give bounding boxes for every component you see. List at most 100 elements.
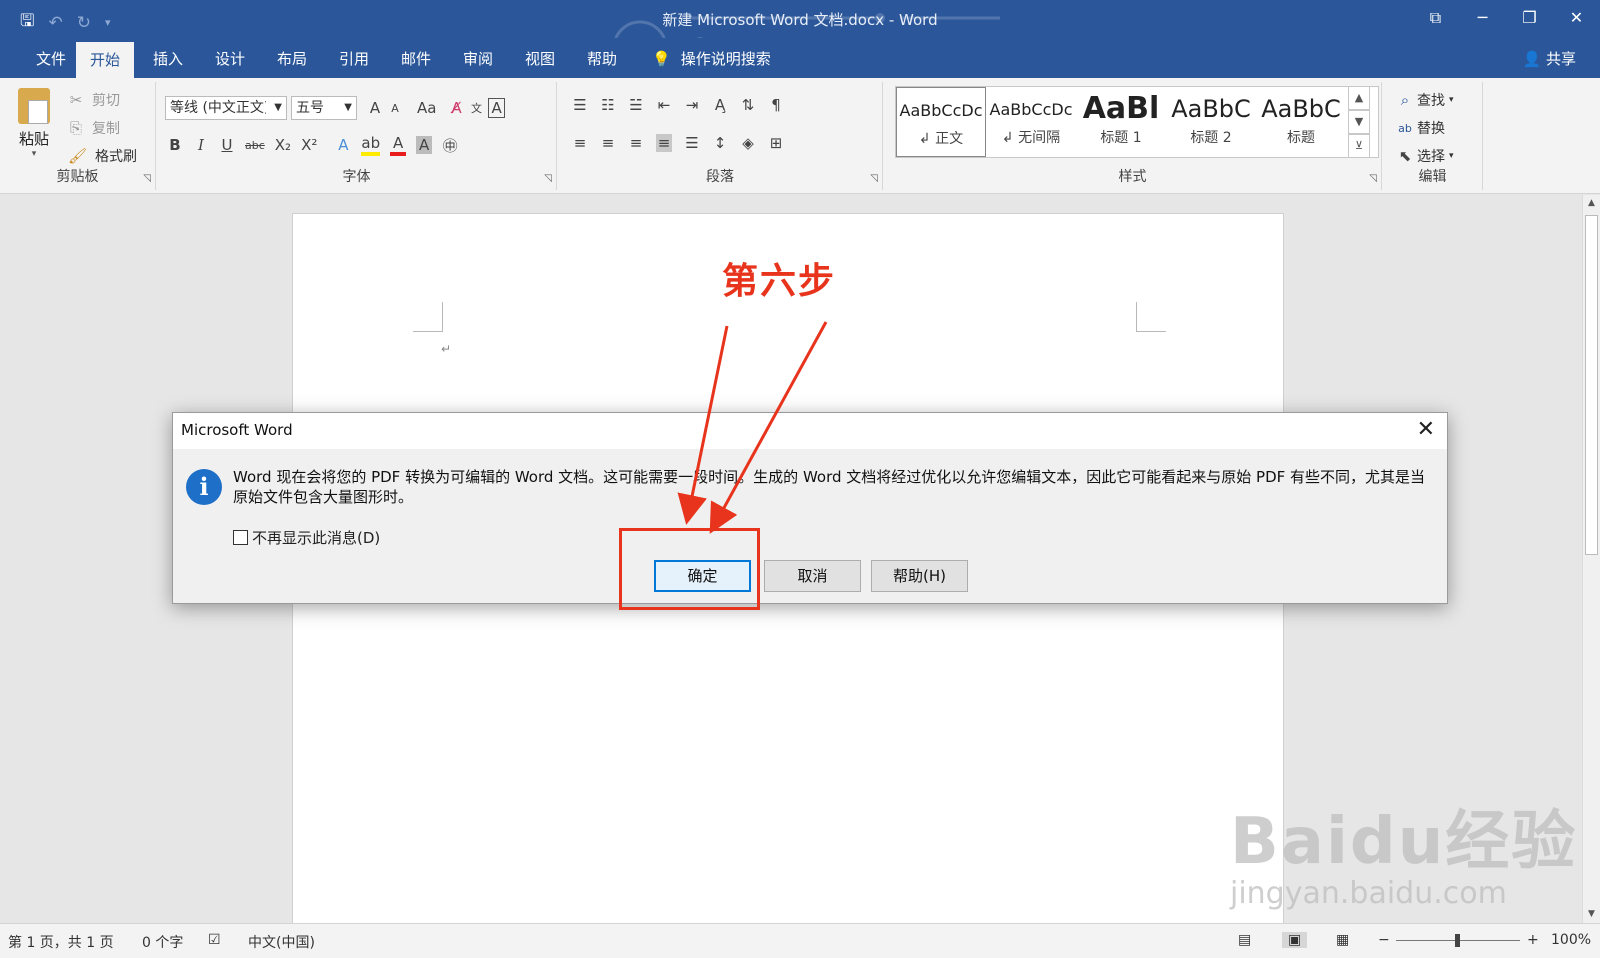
language-indicator[interactable]: 中文(中国) bbox=[248, 932, 315, 952]
style-no-spacing[interactable]: AaBbCcDc ↲ 无间隔 bbox=[986, 87, 1076, 157]
style-normal[interactable]: AaBbCcDc ↲ 正文 bbox=[896, 87, 986, 157]
tab-references[interactable]: 引用 bbox=[325, 38, 383, 78]
borders-icon[interactable]: ⊞ bbox=[768, 134, 784, 152]
scrollbar-thumb[interactable] bbox=[1585, 215, 1598, 555]
proofing-icon[interactable]: ☑ bbox=[208, 932, 221, 948]
more-styles-icon[interactable]: ⊻ bbox=[1348, 134, 1370, 158]
italic-icon[interactable]: I bbox=[193, 136, 209, 154]
shrink-font-icon[interactable]: A bbox=[387, 102, 403, 115]
bold-icon[interactable]: B bbox=[167, 136, 183, 154]
word-count[interactable]: 0 个字 bbox=[142, 932, 183, 952]
checkbox-box[interactable] bbox=[233, 530, 248, 545]
find-button[interactable]: ⌕ 查找 ▾ bbox=[1397, 90, 1454, 110]
replace-button[interactable]: ab 替换 bbox=[1397, 118, 1445, 138]
zoom-in-icon[interactable]: + bbox=[1527, 932, 1539, 948]
phonetic-guide-icon[interactable]: 文 bbox=[468, 100, 484, 116]
strikethrough-icon[interactable]: abc bbox=[245, 139, 265, 152]
multilevel-list-icon[interactable]: ☱ bbox=[628, 96, 644, 114]
ribbon-display-options-icon[interactable]: ⧉ bbox=[1412, 0, 1459, 38]
align-right-icon[interactable]: ≡ bbox=[628, 134, 644, 152]
line-spacing-icon[interactable]: ↕ bbox=[712, 134, 728, 152]
find-label: 查找 bbox=[1417, 93, 1445, 109]
align-left-icon[interactable]: ≡ bbox=[572, 134, 588, 152]
bullets-icon[interactable]: ☰ bbox=[572, 96, 588, 114]
numbering-icon[interactable]: ☷ bbox=[600, 96, 616, 114]
tab-review[interactable]: 审阅 bbox=[449, 38, 507, 78]
sort-icon[interactable]: ⇅ bbox=[740, 96, 756, 114]
grow-font-icon[interactable]: A bbox=[367, 99, 383, 117]
share-button[interactable]: 👤 共享 bbox=[1523, 38, 1576, 78]
cut-button[interactable]: ✂ 剪切 bbox=[68, 90, 120, 110]
dialog-launcher-icon[interactable]: ◹ bbox=[870, 173, 878, 184]
tab-mailings[interactable]: 邮件 bbox=[387, 38, 445, 78]
print-layout-icon[interactable]: ▣ bbox=[1282, 932, 1308, 948]
justify-icon[interactable]: ≡ bbox=[656, 134, 672, 152]
font-size-combo[interactable]: 五号 ▼ bbox=[291, 96, 357, 120]
style-title[interactable]: AaBbC 标题 bbox=[1256, 87, 1346, 157]
clear-formatting-icon[interactable]: A̸ bbox=[448, 99, 464, 117]
web-layout-icon[interactable]: ▦ bbox=[1336, 932, 1349, 948]
tab-home[interactable]: 开始 bbox=[76, 42, 135, 78]
tell-me-search[interactable]: 💡 操作说明搜索 bbox=[652, 38, 771, 78]
shading-icon[interactable]: ◈ bbox=[740, 134, 756, 152]
dialog-launcher-icon[interactable]: ◹ bbox=[143, 173, 151, 184]
close-icon[interactable]: ✕ bbox=[1417, 417, 1435, 442]
dont-show-again-checkbox[interactable]: 不再显示此消息(D) bbox=[233, 527, 380, 548]
chevron-down-icon: ▼ bbox=[344, 102, 352, 113]
read-mode-icon[interactable]: ▤ bbox=[1238, 932, 1251, 948]
format-painter-button[interactable]: 🖌 格式刷 bbox=[68, 146, 137, 166]
font-color-icon[interactable]: A bbox=[390, 134, 407, 156]
style-heading-1[interactable]: AaBl 标题 1 bbox=[1076, 87, 1166, 157]
zoom-out-icon[interactable]: − bbox=[1378, 932, 1390, 948]
page-count[interactable]: 第 1 页，共 1 页 bbox=[8, 932, 114, 952]
editing-group-label: 编辑 bbox=[1418, 169, 1447, 185]
style-heading-2[interactable]: AaBbC 标题 2 bbox=[1166, 87, 1256, 157]
character-shading-icon[interactable]: A bbox=[416, 136, 433, 154]
paste-dropdown-icon[interactable]: ▾ bbox=[18, 149, 50, 159]
restore-icon[interactable]: ❐ bbox=[1506, 0, 1553, 38]
superscript-icon[interactable]: X² bbox=[301, 136, 317, 154]
subscript-icon[interactable]: X₂ bbox=[275, 136, 291, 154]
tab-file[interactable]: 文件 bbox=[22, 38, 80, 78]
style-label: 标题 2 bbox=[1190, 130, 1232, 146]
tab-layout[interactable]: 布局 bbox=[263, 38, 321, 78]
scroll-up-icon[interactable]: ▲ bbox=[1583, 195, 1600, 212]
copy-button[interactable]: ⎘ 复制 bbox=[68, 118, 120, 138]
scroll-up-icon[interactable]: ▲ bbox=[1348, 86, 1370, 110]
dialog-launcher-icon[interactable]: ◹ bbox=[1369, 173, 1377, 184]
font-group: 等线 (中文正文) ▼ 五号 ▼ A A Aa A̸ 文 A B I U abc X… bbox=[157, 82, 557, 190]
help-button[interactable]: 帮助(H) bbox=[871, 560, 968, 592]
font-name-combo[interactable]: 等线 (中文正文) ▼ bbox=[165, 96, 287, 120]
chevron-down-icon: ▾ bbox=[1449, 95, 1454, 105]
select-button[interactable]: ⬉ 选择 ▾ bbox=[1397, 146, 1454, 166]
tab-design[interactable]: 设计 bbox=[201, 38, 259, 78]
minimize-icon[interactable]: ─ bbox=[1459, 0, 1506, 38]
close-window-icon[interactable]: ✕ bbox=[1553, 0, 1600, 38]
tab-view[interactable]: 视图 bbox=[511, 38, 569, 78]
character-border-icon[interactable]: A bbox=[488, 98, 505, 118]
scroll-down-icon[interactable]: ▼ bbox=[1348, 110, 1370, 134]
align-center-icon[interactable]: ≡ bbox=[600, 134, 616, 152]
zoom-slider-thumb[interactable] bbox=[1455, 934, 1460, 947]
text-effects-icon[interactable]: A bbox=[335, 136, 351, 154]
paste-button[interactable]: 粘贴 ▾ bbox=[18, 88, 50, 159]
underline-icon[interactable]: U bbox=[219, 136, 235, 154]
scroll-down-icon[interactable]: ▼ bbox=[1583, 906, 1600, 923]
change-case-icon[interactable]: Aa bbox=[417, 99, 436, 117]
document-title: 新建 Microsoft Word 文档.docx - Word bbox=[662, 11, 938, 29]
style-sample: AaBbCcDc bbox=[989, 100, 1073, 119]
highlight-icon[interactable]: ab bbox=[361, 134, 381, 156]
chinese-layout-icon[interactable]: A̧ bbox=[712, 96, 728, 114]
distributed-icon[interactable]: ☰ bbox=[684, 134, 700, 152]
decrease-indent-icon[interactable]: ⇤ bbox=[656, 96, 672, 114]
enclose-character-icon[interactable]: ㊥ bbox=[442, 135, 458, 156]
cancel-button[interactable]: 取消 bbox=[764, 560, 861, 592]
show-marks-icon[interactable]: ¶ bbox=[768, 96, 784, 114]
dialog-launcher-icon[interactable]: ◹ bbox=[544, 173, 552, 184]
tab-insert[interactable]: 插入 bbox=[139, 38, 197, 78]
zoom-level[interactable]: 100% bbox=[1551, 932, 1591, 948]
tab-help[interactable]: 帮助 bbox=[573, 38, 631, 78]
annotation-highlight-box bbox=[619, 528, 760, 610]
vertical-scrollbar[interactable]: ▲ ▼ bbox=[1582, 195, 1600, 923]
increase-indent-icon[interactable]: ⇥ bbox=[684, 96, 700, 114]
